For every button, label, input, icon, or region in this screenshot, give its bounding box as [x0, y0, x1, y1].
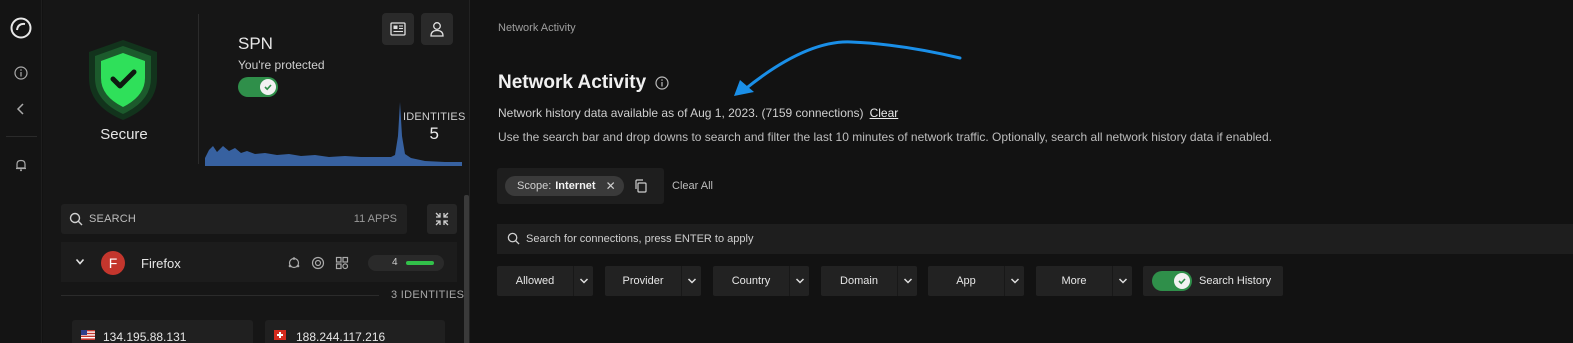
connection-search-input[interactable]: Search for connections, press ENTER to a…: [497, 224, 1573, 254]
connections-sparkline: [205, 96, 462, 166]
connections-badge: 4: [368, 255, 444, 271]
divider: [198, 14, 199, 164]
page-title: Network Activity: [498, 72, 647, 93]
clear-all-button[interactable]: Clear All: [672, 180, 713, 192]
identity-ip: 188.244.117.216: [296, 330, 386, 343]
news-button[interactable]: [382, 13, 414, 45]
chevron-down-icon[interactable]: [1112, 266, 1132, 296]
help-text: Use the search bar and drop downs to sea…: [498, 130, 1272, 144]
status-panel: Secure SPN You're protected IDENTITIES 5…: [43, 0, 470, 343]
close-icon[interactable]: ✕: [606, 179, 616, 193]
settings-grid-icon[interactable]: [335, 256, 349, 270]
history-text: Network history data available as of Aug…: [498, 106, 864, 120]
filter-app-dropdown[interactable]: App: [928, 266, 1024, 296]
icon-rail: [0, 0, 42, 343]
app-identities-count: 3 IDENTITIES: [391, 289, 465, 301]
scope-key: Scope:: [517, 180, 552, 192]
app-search-input[interactable]: SEARCH 11 APPS: [61, 204, 407, 234]
filter-allowed-dropdown[interactable]: Allowed: [497, 266, 593, 296]
search-history-toggle[interactable]: [1152, 271, 1192, 291]
secure-shield-icon: [83, 38, 163, 122]
info-icon[interactable]: [655, 76, 669, 90]
chevron-down-icon[interactable]: [573, 266, 593, 296]
filter-label: Allowed: [515, 275, 555, 287]
filter-provider-dropdown[interactable]: Provider: [605, 266, 701, 296]
filter-label: Country: [731, 275, 771, 287]
ch-flag-icon: [274, 330, 286, 340]
us-flag-icon: [81, 330, 95, 340]
filter-label: App: [956, 275, 976, 287]
app-name: Firefox: [141, 256, 181, 271]
main-content: Network Activity Network Activity Networ…: [471, 0, 1573, 343]
app-row-firefox[interactable]: F Firefox 4: [61, 242, 457, 282]
chevron-down-icon[interactable]: [681, 266, 701, 296]
spn-title: SPN: [238, 34, 273, 53]
chevron-left-icon[interactable]: [10, 98, 32, 120]
connection-search-placeholder: Search for connections, press ENTER to a…: [526, 233, 754, 245]
filter-label: Domain: [840, 275, 878, 287]
collapse-icon: [435, 212, 449, 226]
scope-filter-area: Scope: Internet ✕: [497, 168, 664, 204]
filter-label: More: [1061, 275, 1087, 287]
newspaper-icon: [390, 22, 406, 36]
app-search-placeholder: SEARCH: [89, 213, 137, 225]
search-history-label: Search History: [1199, 275, 1272, 287]
spn-status-text: You're protected: [238, 58, 325, 72]
spn-toggle[interactable]: [238, 77, 278, 97]
clear-history-link[interactable]: Clear: [870, 106, 899, 120]
panel-scrollbar[interactable]: [464, 195, 469, 343]
info-icon[interactable]: [10, 62, 32, 84]
history-info: Network history data available as of Aug…: [498, 106, 898, 120]
filter-domain-dropdown[interactable]: Domain: [821, 266, 917, 296]
divider: [61, 295, 379, 296]
annotation-arrow: [734, 40, 962, 96]
security-status-label: Secure: [100, 126, 148, 143]
chevron-down-icon[interactable]: [789, 266, 809, 296]
identities-label: IDENTITIES: [403, 111, 466, 123]
identities-count: 5: [429, 124, 439, 143]
search-history-control: Search History: [1143, 266, 1283, 296]
search-icon: [69, 212, 83, 226]
search-icon: [507, 232, 520, 245]
connections-bar: [406, 261, 434, 265]
check-icon: [1174, 273, 1190, 289]
app-avatar: F: [101, 251, 125, 275]
scope-chip[interactable]: Scope: Internet ✕: [505, 176, 624, 196]
check-icon: [260, 79, 276, 95]
app-count: 11 APPS: [353, 213, 397, 225]
rail-divider: [6, 136, 37, 137]
scope-value: Internet: [555, 180, 596, 192]
filter-country-dropdown[interactable]: Country: [713, 266, 809, 296]
filter-more-dropdown[interactable]: More: [1036, 266, 1132, 296]
user-icon: [430, 22, 444, 37]
bell-icon[interactable]: [10, 154, 32, 176]
filter-icon[interactable]: [311, 256, 325, 270]
spn-node-icon[interactable]: [287, 256, 301, 270]
chevron-down-icon[interactable]: [897, 266, 917, 296]
logo-icon[interactable]: [10, 17, 32, 39]
account-button[interactable]: [421, 13, 453, 45]
copy-icon[interactable]: [633, 178, 649, 194]
breadcrumb[interactable]: Network Activity: [498, 22, 576, 34]
identity-card[interactable]: 134.195.88.131: [72, 320, 253, 343]
filter-label: Provider: [622, 275, 664, 287]
connections-count: 4: [392, 257, 398, 268]
chevron-down-icon[interactable]: [1004, 266, 1024, 296]
identity-card[interactable]: 188.244.117.216: [265, 320, 445, 343]
collapse-button[interactable]: [427, 204, 457, 234]
identity-ip: 134.195.88.131: [103, 330, 187, 343]
chevron-down-icon[interactable]: [75, 258, 85, 266]
